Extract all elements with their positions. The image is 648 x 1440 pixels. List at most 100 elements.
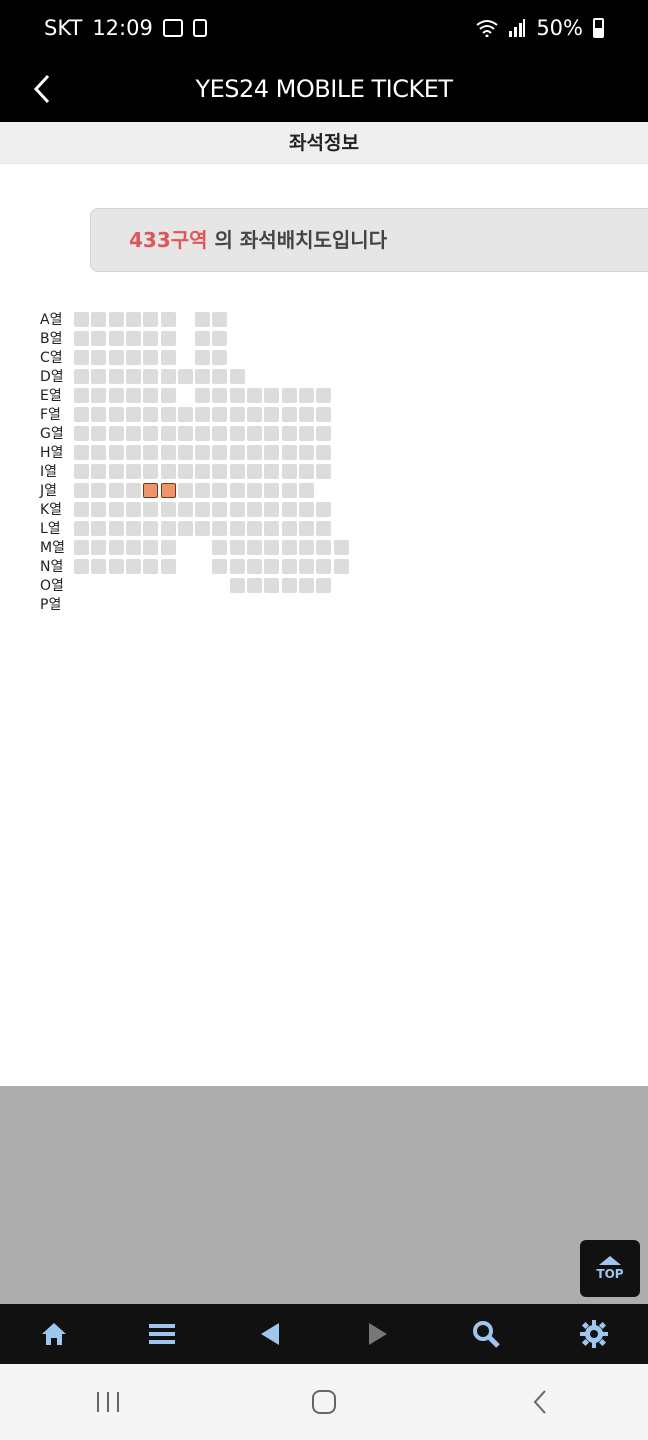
seat[interactable]: [74, 540, 89, 555]
seat[interactable]: [281, 407, 297, 422]
seat[interactable]: [229, 483, 245, 498]
seat[interactable]: [264, 445, 280, 460]
seat[interactable]: [177, 483, 193, 498]
seat[interactable]: [125, 483, 141, 498]
seat[interactable]: [247, 559, 262, 574]
seat[interactable]: [229, 388, 245, 403]
seat[interactable]: [281, 502, 297, 517]
seat[interactable]: [264, 540, 280, 555]
seat[interactable]: [281, 578, 297, 593]
seat[interactable]: [91, 350, 107, 365]
seat[interactable]: [108, 445, 124, 460]
seat[interactable]: [247, 483, 262, 498]
seat[interactable]: [229, 369, 245, 384]
seat[interactable]: [316, 388, 332, 403]
seat[interactable]: [316, 407, 332, 422]
seat[interactable]: [125, 331, 141, 346]
seat[interactable]: [108, 426, 124, 441]
seat[interactable]: [74, 350, 89, 365]
scroll-top-button[interactable]: TOP: [580, 1240, 640, 1297]
seat[interactable]: [229, 559, 245, 574]
seat[interactable]: [143, 445, 159, 460]
seat[interactable]: [74, 483, 89, 498]
seat[interactable]: [91, 331, 107, 346]
back-nav-button[interactable]: [240, 1309, 300, 1359]
seat[interactable]: [91, 312, 107, 327]
seat[interactable]: [143, 331, 159, 346]
seat[interactable]: [212, 540, 228, 555]
seat[interactable]: [316, 559, 332, 574]
seat[interactable]: [247, 540, 262, 555]
seat[interactable]: [160, 559, 176, 574]
seat[interactable]: [212, 483, 228, 498]
seat[interactable]: [212, 426, 228, 441]
seat[interactable]: [229, 407, 245, 422]
seat[interactable]: [143, 388, 159, 403]
seat[interactable]: [212, 388, 228, 403]
seat[interactable]: [143, 464, 159, 479]
seat[interactable]: [264, 483, 280, 498]
seat[interactable]: [108, 521, 124, 536]
seat[interactable]: [247, 464, 262, 479]
seat[interactable]: [195, 388, 211, 403]
seat[interactable]: [247, 578, 262, 593]
seat[interactable]: [125, 502, 141, 517]
seat[interactable]: [229, 445, 245, 460]
seat[interactable]: [281, 445, 297, 460]
seat[interactable]: [74, 312, 89, 327]
seat[interactable]: [212, 312, 228, 327]
seat[interactable]: [74, 559, 89, 574]
seat[interactable]: [298, 578, 314, 593]
seat[interactable]: [143, 312, 159, 327]
seat[interactable]: [91, 369, 107, 384]
seat[interactable]: [316, 502, 332, 517]
seat[interactable]: [281, 521, 297, 536]
seat[interactable]: [229, 578, 245, 593]
seat[interactable]: [125, 407, 141, 422]
seat[interactable]: [125, 388, 141, 403]
seat[interactable]: [195, 369, 211, 384]
seat[interactable]: [160, 502, 176, 517]
seat[interactable]: [143, 407, 159, 422]
seat[interactable]: [108, 559, 124, 574]
seat[interactable]: [281, 464, 297, 479]
seat[interactable]: [74, 407, 89, 422]
seat[interactable]: [160, 350, 176, 365]
seat[interactable]: [177, 407, 193, 422]
home-nav-button[interactable]: [284, 1372, 364, 1432]
seat[interactable]: [74, 369, 89, 384]
seat[interactable]: [91, 483, 107, 498]
seat[interactable]: [229, 502, 245, 517]
seat[interactable]: [125, 426, 141, 441]
seat[interactable]: [177, 502, 193, 517]
seat[interactable]: [160, 331, 176, 346]
seat[interactable]: [160, 445, 176, 460]
seat[interactable]: [177, 426, 193, 441]
seat[interactable]: [264, 559, 280, 574]
seat[interactable]: [316, 578, 332, 593]
seat[interactable]: [108, 331, 124, 346]
seat[interactable]: [143, 426, 159, 441]
seat[interactable]: [74, 388, 89, 403]
seat[interactable]: [316, 445, 332, 460]
seat[interactable]: [264, 388, 280, 403]
seat[interactable]: [229, 540, 245, 555]
seat[interactable]: [160, 388, 176, 403]
seat[interactable]: [281, 388, 297, 403]
seat[interactable]: [281, 426, 297, 441]
seat[interactable]: [125, 312, 141, 327]
forward-nav-button[interactable]: [348, 1309, 408, 1359]
seat[interactable]: [108, 312, 124, 327]
seat[interactable]: [281, 540, 297, 555]
seat[interactable]: [91, 559, 107, 574]
seat[interactable]: [125, 464, 141, 479]
seat[interactable]: [160, 464, 176, 479]
seat[interactable]: [316, 426, 332, 441]
seat[interactable]: [212, 407, 228, 422]
seat[interactable]: [316, 521, 332, 536]
seat[interactable]: [195, 426, 211, 441]
seat[interactable]: [298, 559, 314, 574]
seat[interactable]: [212, 350, 228, 365]
home-button[interactable]: [24, 1309, 84, 1359]
seat[interactable]: [160, 540, 176, 555]
